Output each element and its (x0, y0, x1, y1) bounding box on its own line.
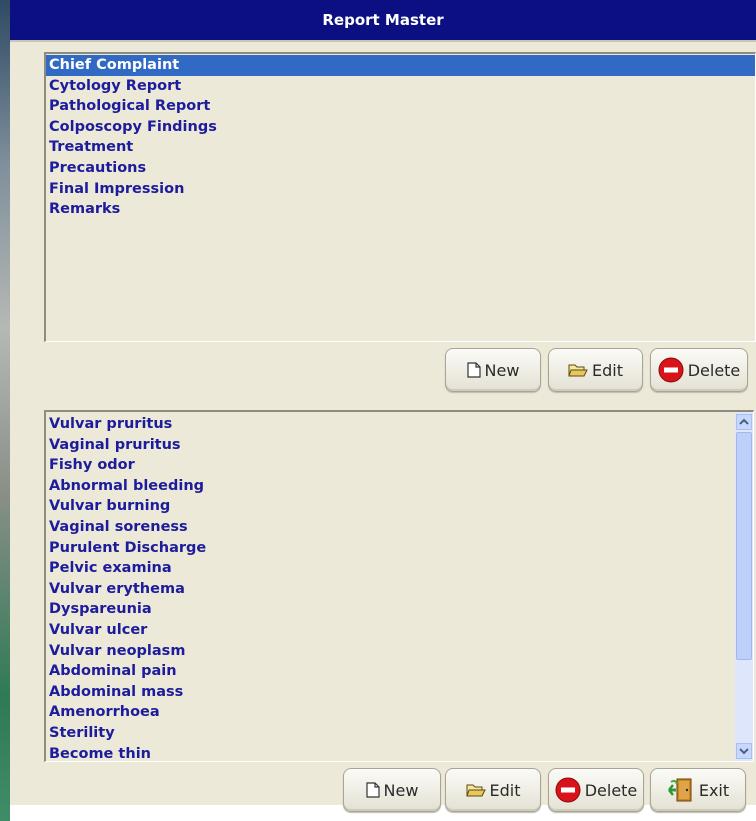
window-title: Report Master (322, 11, 444, 29)
report-entry-item[interactable]: Abnormal bleeding (46, 476, 735, 497)
report-entry-item[interactable]: Amenorrhoea (46, 702, 735, 723)
report-type-item[interactable]: Treatment (46, 137, 755, 158)
report-entry-item[interactable]: Purulent Discharge (46, 538, 735, 559)
report-entry-item[interactable]: Fishy odor (46, 455, 735, 476)
report-entry-item[interactable]: Vulvar neoplasm (46, 641, 735, 662)
scroll-down-button[interactable] (736, 743, 752, 759)
report-type-item[interactable]: Pathological Report (46, 96, 755, 117)
report-entry-item[interactable]: Vulvar ulcer (46, 620, 735, 641)
new-document-icon (365, 782, 380, 798)
edit-button-label: Edit (489, 780, 521, 800)
edit-entry-button[interactable]: Edit (445, 768, 541, 812)
report-type-item[interactable]: Final Impression (46, 179, 755, 200)
scroll-thumb[interactable] (736, 432, 752, 660)
new-report-type-button[interactable]: New (445, 348, 541, 392)
exit-button-label: Exit (698, 780, 730, 800)
report-entry-list[interactable]: Vulvar pruritus Vaginal pruritus Fishy odo… (44, 410, 754, 762)
desktop-background-strip (0, 0, 10, 821)
delete-report-type-button[interactable]: Delete (650, 348, 748, 392)
report-type-item[interactable]: Chief Complaint (46, 55, 755, 76)
report-entry-item[interactable]: Dyspareunia (46, 599, 735, 620)
report-entry-item[interactable]: Vaginal pruritus (46, 435, 735, 456)
delete-button-label: Delete (584, 780, 638, 800)
chevron-down-icon (739, 748, 749, 755)
delete-button-label: Delete (687, 360, 741, 380)
report-type-item[interactable]: Colposcopy Findings (46, 117, 755, 138)
scroll-up-button[interactable] (736, 414, 752, 430)
delete-icon (555, 777, 581, 803)
report-entry-item[interactable]: Become thin (46, 744, 735, 762)
report-type-list[interactable]: Chief Complaint Cytology Report Pathologic… (44, 52, 756, 342)
report-entry-item[interactable]: Abdominal mass (46, 682, 735, 703)
delete-icon (658, 357, 684, 383)
report-type-item[interactable]: Precautions (46, 158, 755, 179)
new-button-label: New (383, 780, 419, 800)
report-entry-item[interactable]: Abdominal pain (46, 661, 735, 682)
new-document-icon (466, 362, 481, 378)
report-entry-item[interactable]: Pelvic examina (46, 558, 735, 579)
report-entry-item[interactable]: Vaginal soreness (46, 517, 735, 538)
report-entry-item[interactable]: Vulvar pruritus (46, 414, 735, 435)
report-entry-item[interactable]: Vulvar erythema (46, 579, 735, 600)
report-type-item[interactable]: Cytology Report (46, 76, 755, 97)
report-master-window: Report Master Chief Complaint Cytology Re… (10, 0, 756, 812)
new-button-label: New (484, 360, 520, 380)
report-entry-item[interactable]: Sterility (46, 723, 735, 744)
vertical-scrollbar[interactable] (735, 412, 753, 761)
edit-report-type-button[interactable]: Edit (548, 348, 643, 392)
title-bar[interactable]: Report Master (10, 0, 756, 42)
edit-button-label: Edit (592, 360, 623, 380)
open-folder-icon (465, 784, 486, 797)
report-type-item[interactable]: Remarks (46, 199, 755, 220)
open-folder-icon (568, 364, 588, 377)
new-entry-button[interactable]: New (343, 768, 441, 812)
delete-entry-button[interactable]: Delete (548, 768, 644, 812)
chevron-up-icon (739, 418, 749, 425)
exit-door-icon (667, 778, 692, 802)
report-entry-item[interactable]: Vulvar burning (46, 496, 735, 517)
exit-button[interactable]: Exit (650, 768, 746, 812)
